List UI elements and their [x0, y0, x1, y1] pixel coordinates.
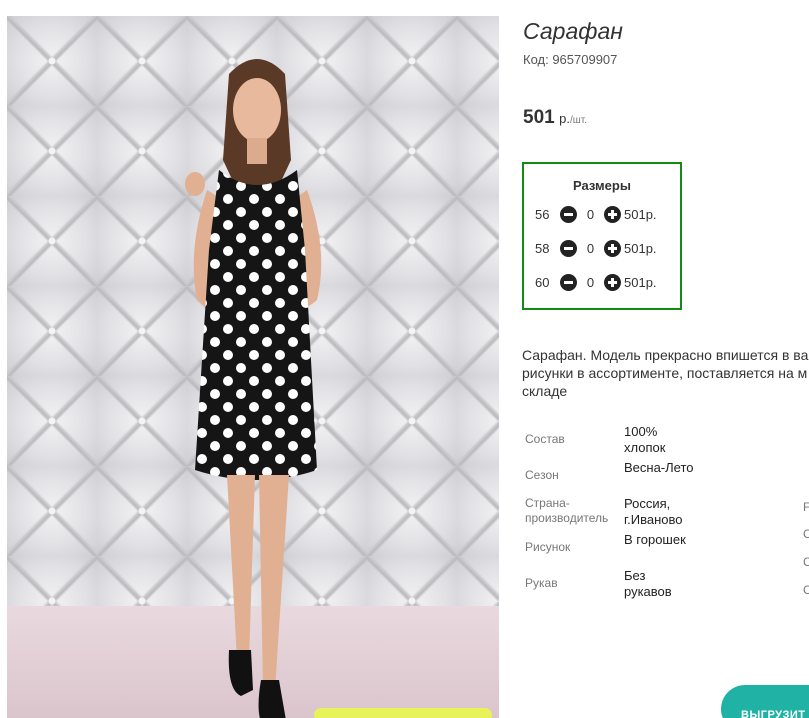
plus-circle-icon[interactable]: [604, 205, 621, 223]
size-row: 60 0 501р.: [535, 272, 657, 292]
model-figure: [185, 59, 322, 718]
size-price: 501р.: [624, 206, 657, 222]
size-price: 501р.: [624, 274, 657, 290]
product-photo[interactable]: [7, 16, 499, 718]
quantity-value[interactable]: 0: [577, 207, 604, 222]
property-value: Весна-Лето: [624, 460, 694, 475]
size-price: 501р.: [624, 240, 657, 256]
price-currency: р.: [559, 111, 570, 126]
quantity-value[interactable]: 0: [577, 275, 604, 290]
plus-circle-icon[interactable]: [604, 239, 621, 257]
size-label: 60: [535, 274, 550, 290]
product-title: Сарафан: [523, 18, 623, 44]
minus-circle-icon[interactable]: [560, 205, 577, 223]
property-key: Состав: [525, 432, 565, 446]
clipped-text: F: [803, 500, 809, 514]
minus-circle-icon[interactable]: [560, 239, 577, 257]
property-value: В горошек: [624, 532, 686, 547]
clipped-text: С: [803, 583, 809, 597]
property-value: Без рукавов: [624, 568, 672, 599]
export-button[interactable]: ВЫГРУЗИТ: [721, 685, 809, 718]
sizes-heading: Размеры: [573, 178, 631, 193]
property-key: Страна-производитель: [525, 496, 609, 525]
property-key: Рисунок: [525, 540, 571, 554]
size-row: 58 0 501р.: [535, 238, 657, 258]
product-price: 501 р./шт.: [523, 107, 587, 129]
clipped-text: С: [803, 555, 809, 569]
size-label: 58: [535, 240, 550, 256]
yellow-pill: [314, 708, 492, 718]
property-value: 100% хлопок: [624, 424, 666, 455]
price-unit: /шт.: [570, 115, 588, 126]
product-code: Код: 965709907: [523, 52, 618, 67]
product-description: Сарафан. Модель прекрасно впишется в ва …: [522, 347, 809, 399]
sizes-box: Размеры 56 0 501р. 58 0 501р. 60 0 501р.: [522, 162, 682, 310]
plus-circle-icon[interactable]: [604, 273, 621, 291]
minus-circle-icon[interactable]: [560, 273, 577, 291]
clipped-text: С: [803, 527, 809, 541]
quantity-value[interactable]: 0: [577, 241, 604, 256]
size-label: 56: [535, 206, 550, 222]
property-value: Россия, г.Иваново: [624, 496, 683, 527]
property-key: Сезон: [525, 468, 559, 482]
property-key: Рукав: [525, 576, 558, 590]
size-row: 56 0 501р.: [535, 204, 657, 224]
price-value: 501: [523, 107, 555, 128]
